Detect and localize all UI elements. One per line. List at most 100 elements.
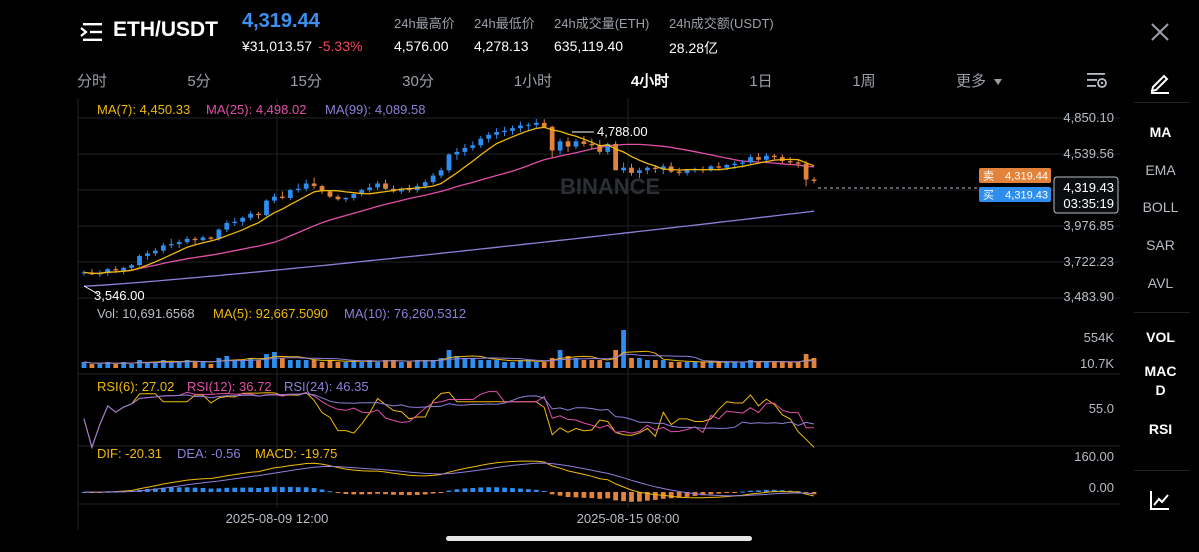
stat-label: 24h成交量(ETH) xyxy=(554,16,650,31)
pair-menu-icon[interactable] xyxy=(80,22,104,42)
macd-bar xyxy=(319,489,325,492)
vol-axis-label: 554K xyxy=(1084,330,1115,345)
tab-interval-15m[interactable]: 15分 xyxy=(290,70,322,91)
volume-bar xyxy=(272,352,277,368)
volume-bar xyxy=(200,362,206,368)
macd-bar xyxy=(240,487,246,492)
rsi12-legend: RSI(12): 36.72 xyxy=(187,379,272,394)
rsi24-path xyxy=(83,392,815,450)
indicator-macd[interactable]: MAC D xyxy=(1122,362,1199,400)
candle-body xyxy=(756,157,761,160)
close-icon[interactable] xyxy=(1148,20,1172,44)
macd-bar xyxy=(272,486,277,492)
tab-interval-5m[interactable]: 5分 xyxy=(187,70,210,91)
volume-bar xyxy=(533,362,539,368)
macd-bar xyxy=(724,492,730,493)
candle-body xyxy=(518,125,523,129)
macd-bar xyxy=(279,487,285,492)
tab-interval-4h[interactable]: 4小时 xyxy=(631,70,669,91)
macd-bar xyxy=(510,488,515,492)
volume-bar xyxy=(176,362,182,368)
volume-bar xyxy=(319,362,325,368)
current-price-box: 4,319.43 03:35:19 xyxy=(1053,176,1119,214)
volume-bar xyxy=(208,364,214,368)
panel-divider xyxy=(1134,312,1190,313)
candle-body xyxy=(168,244,174,246)
macd-bar xyxy=(327,491,333,493)
volume-bar xyxy=(660,360,666,368)
volume-bar xyxy=(494,360,499,368)
macd-axis-label: 0.00 xyxy=(1089,480,1114,495)
bid-price: 4,319.43 xyxy=(1005,190,1048,202)
candle-body xyxy=(684,170,690,173)
candle-body xyxy=(287,190,293,198)
tab-more[interactable]: 更多 xyxy=(956,70,1003,91)
candle-body xyxy=(351,194,357,198)
volume-bar xyxy=(637,358,642,368)
indicator-vol[interactable]: VOL xyxy=(1122,328,1199,346)
chart-measure-icon[interactable] xyxy=(1148,488,1172,512)
candle-body xyxy=(375,183,380,188)
indicator-sar[interactable]: SAR xyxy=(1122,236,1199,254)
volume-bar xyxy=(478,360,484,368)
macd-bar xyxy=(470,487,476,492)
macd-bar xyxy=(176,487,182,492)
macd-bar xyxy=(446,490,452,492)
tab-interval-line[interactable]: 分时 xyxy=(77,70,107,91)
rsi6-path xyxy=(83,391,815,450)
macd-bar xyxy=(208,488,214,492)
volume-bar xyxy=(406,362,412,368)
macd-bar xyxy=(256,487,261,492)
chart-settings-icon[interactable] xyxy=(1086,70,1108,90)
time-axis-label: 2025-08-15 08:00 xyxy=(577,511,680,526)
bid-price-tag: 买 4,319.43 xyxy=(979,187,1051,202)
macd-bar xyxy=(248,487,253,492)
candle-body xyxy=(795,162,801,164)
tab-interval-1w[interactable]: 1周 xyxy=(852,70,875,91)
ma99-line xyxy=(83,210,815,287)
indicator-ema[interactable]: EMA xyxy=(1122,161,1199,179)
indicator-ma[interactable]: MA xyxy=(1122,123,1199,141)
pair-name[interactable]: ETH/USDT xyxy=(113,18,218,42)
tab-interval-1h[interactable]: 1小时 xyxy=(514,70,552,91)
candle-body xyxy=(311,183,317,187)
macd-bar xyxy=(168,487,174,492)
volume-bar xyxy=(779,362,785,368)
volume-bar xyxy=(232,360,238,368)
tab-interval-1d[interactable]: 1日 xyxy=(749,70,772,91)
macd-bar xyxy=(192,487,198,492)
macd-bar xyxy=(303,487,309,492)
indicator-rsi[interactable]: RSI xyxy=(1122,420,1199,438)
candle-body xyxy=(732,163,738,166)
kline-chart[interactable]: BINANCE MA(7): 4,450.33 MA(25): 4,498.02… xyxy=(0,98,1120,530)
candle-body xyxy=(113,269,119,271)
last-price: 4,319.44 xyxy=(242,10,320,32)
macd-bar xyxy=(581,492,587,498)
macd-bar xyxy=(454,489,460,492)
candle-body xyxy=(335,196,341,200)
candle-body xyxy=(256,213,261,216)
ma7-line xyxy=(83,126,815,275)
candle-body xyxy=(184,238,190,243)
candle-body xyxy=(264,200,269,216)
macd-bar xyxy=(629,492,634,502)
volume-bar xyxy=(224,356,230,368)
candle-body xyxy=(645,167,650,171)
macd-bar xyxy=(414,492,420,495)
indicator-boll[interactable]: BOLL xyxy=(1122,198,1199,216)
candle-countdown: 03:35:19 xyxy=(1063,196,1114,211)
candle-body xyxy=(422,182,428,187)
candle-body xyxy=(541,122,547,127)
volume-bar xyxy=(502,362,507,368)
candle-body xyxy=(494,132,499,135)
tab-interval-30m[interactable]: 30分 xyxy=(402,70,434,91)
stat-value: 635,119.40 xyxy=(554,38,624,54)
volume-bar xyxy=(295,360,301,368)
volume-bar xyxy=(264,354,269,368)
candle-body xyxy=(327,191,333,197)
candle-body xyxy=(533,122,539,125)
indicator-avl[interactable]: AVL xyxy=(1122,274,1199,292)
draw-tool-icon[interactable] xyxy=(1148,70,1172,94)
stat-label: 24h成交额(USDT) xyxy=(669,16,774,31)
macd-bar xyxy=(708,492,714,495)
